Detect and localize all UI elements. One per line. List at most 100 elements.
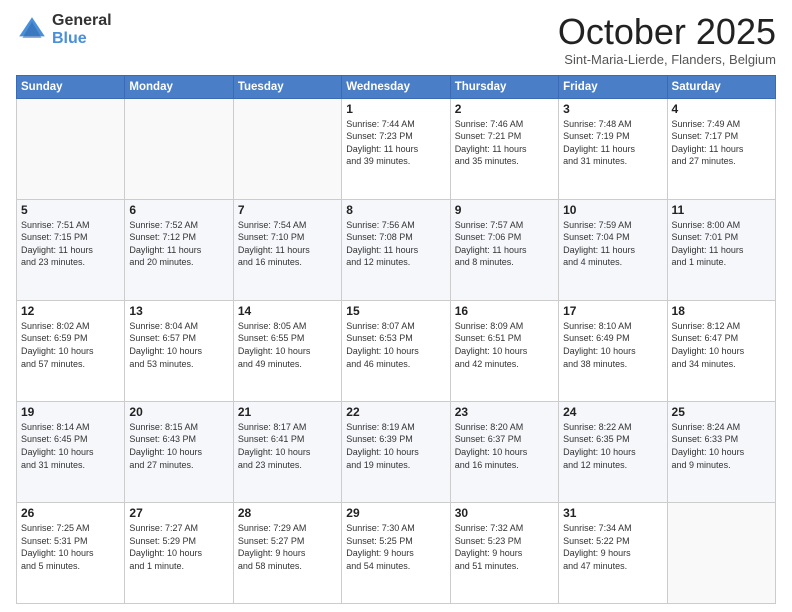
day-info: Sunrise: 8:00 AM Sunset: 7:01 PM Dayligh… (672, 219, 771, 269)
day-number: 24 (563, 405, 662, 419)
day-number: 20 (129, 405, 228, 419)
weekday-header-monday: Monday (125, 75, 233, 98)
day-info: Sunrise: 7:48 AM Sunset: 7:19 PM Dayligh… (563, 118, 662, 168)
day-number: 25 (672, 405, 771, 419)
calendar-cell: 30 Sunrise: 7:32 AM Sunset: 5:23 PM Dayli… (450, 502, 558, 603)
day-number: 19 (21, 405, 120, 419)
day-info: Sunrise: 7:56 AM Sunset: 7:08 PM Dayligh… (346, 219, 445, 269)
day-number: 31 (563, 506, 662, 520)
day-number: 8 (346, 203, 445, 217)
day-info: Sunrise: 8:05 AM Sunset: 6:55 PM Dayligh… (238, 320, 337, 370)
calendar-cell: 6 Sunrise: 7:52 AM Sunset: 7:12 PM Daylig… (125, 199, 233, 300)
day-number: 28 (238, 506, 337, 520)
calendar-cell: 12 Sunrise: 8:02 AM Sunset: 6:59 PM Dayli… (17, 300, 125, 401)
day-number: 18 (672, 304, 771, 318)
day-info: Sunrise: 7:57 AM Sunset: 7:06 PM Dayligh… (455, 219, 554, 269)
day-info: Sunrise: 8:15 AM Sunset: 6:43 PM Dayligh… (129, 421, 228, 471)
calendar-cell: 8 Sunrise: 7:56 AM Sunset: 7:08 PM Daylig… (342, 199, 450, 300)
day-number: 3 (563, 102, 662, 116)
day-info: Sunrise: 7:30 AM Sunset: 5:25 PM Dayligh… (346, 522, 445, 572)
day-number: 9 (455, 203, 554, 217)
day-info: Sunrise: 8:17 AM Sunset: 6:41 PM Dayligh… (238, 421, 337, 471)
calendar-cell (17, 98, 125, 199)
day-info: Sunrise: 7:54 AM Sunset: 7:10 PM Dayligh… (238, 219, 337, 269)
logo-icon (16, 14, 48, 46)
calendar-cell: 2Sunrise: 7:46 AM Sunset: 7:21 PM Daylig… (450, 98, 558, 199)
day-number: 4 (672, 102, 771, 116)
logo-blue-label: Blue (52, 30, 112, 48)
day-number: 16 (455, 304, 554, 318)
day-info: Sunrise: 8:22 AM Sunset: 6:35 PM Dayligh… (563, 421, 662, 471)
day-info: Sunrise: 7:34 AM Sunset: 5:22 PM Dayligh… (563, 522, 662, 572)
calendar-cell: 13 Sunrise: 8:04 AM Sunset: 6:57 PM Dayli… (125, 300, 233, 401)
day-number: 10 (563, 203, 662, 217)
day-info: Sunrise: 8:12 AM Sunset: 6:47 PM Dayligh… (672, 320, 771, 370)
calendar-cell (233, 98, 341, 199)
calendar-week-row: 12 Sunrise: 8:02 AM Sunset: 6:59 PM Dayli… (17, 300, 776, 401)
weekday-header-friday: Friday (559, 75, 667, 98)
day-info: Sunrise: 8:14 AM Sunset: 6:45 PM Dayligh… (21, 421, 120, 471)
day-number: 12 (21, 304, 120, 318)
calendar-cell: 20 Sunrise: 8:15 AM Sunset: 6:43 PM Dayli… (125, 401, 233, 502)
day-number: 27 (129, 506, 228, 520)
day-info: Sunrise: 7:27 AM Sunset: 5:29 PM Dayligh… (129, 522, 228, 572)
day-info: Sunrise: 7:32 AM Sunset: 5:23 PM Dayligh… (455, 522, 554, 572)
day-info: Sunrise: 8:10 AM Sunset: 6:49 PM Dayligh… (563, 320, 662, 370)
calendar-cell: 25 Sunrise: 8:24 AM Sunset: 6:33 PM Dayli… (667, 401, 775, 502)
calendar-cell: 28 Sunrise: 7:29 AM Sunset: 5:27 PM Dayli… (233, 502, 341, 603)
day-info: Sunrise: 8:07 AM Sunset: 6:53 PM Dayligh… (346, 320, 445, 370)
day-number: 29 (346, 506, 445, 520)
weekday-header-tuesday: Tuesday (233, 75, 341, 98)
calendar-cell: 5 Sunrise: 7:51 AM Sunset: 7:15 PM Daylig… (17, 199, 125, 300)
location-label: Sint-Maria-Lierde, Flanders, Belgium (558, 52, 776, 67)
day-info: Sunrise: 8:24 AM Sunset: 6:33 PM Dayligh… (672, 421, 771, 471)
day-info: Sunrise: 7:44 AM Sunset: 7:23 PM Dayligh… (346, 118, 445, 168)
day-info: Sunrise: 7:29 AM Sunset: 5:27 PM Dayligh… (238, 522, 337, 572)
day-number: 23 (455, 405, 554, 419)
weekday-header-sunday: Sunday (17, 75, 125, 98)
day-number: 7 (238, 203, 337, 217)
calendar-cell: 4 Sunrise: 7:49 AM Sunset: 7:17 PM Daylig… (667, 98, 775, 199)
day-number: 6 (129, 203, 228, 217)
calendar-cell: 7 Sunrise: 7:54 AM Sunset: 7:10 PM Daylig… (233, 199, 341, 300)
day-info: Sunrise: 8:20 AM Sunset: 6:37 PM Dayligh… (455, 421, 554, 471)
calendar-cell (667, 502, 775, 603)
page: General Blue October 2025 Sint-Maria-Lie… (0, 0, 792, 612)
day-info: Sunrise: 7:52 AM Sunset: 7:12 PM Dayligh… (129, 219, 228, 269)
calendar-cell: 16Sunrise: 8:09 AM Sunset: 6:51 PM Dayli… (450, 300, 558, 401)
day-number: 15 (346, 304, 445, 318)
calendar-cell: 10 Sunrise: 7:59 AM Sunset: 7:04 PM Dayli… (559, 199, 667, 300)
calendar-week-row: 5 Sunrise: 7:51 AM Sunset: 7:15 PM Daylig… (17, 199, 776, 300)
day-number: 1 (346, 102, 445, 116)
calendar-table: SundayMondayTuesdayWednesdayThursdayFrid… (16, 75, 776, 604)
calendar-cell: 29 Sunrise: 7:30 AM Sunset: 5:25 PM Dayli… (342, 502, 450, 603)
weekday-header-row: SundayMondayTuesdayWednesdayThursdayFrid… (17, 75, 776, 98)
calendar-cell (125, 98, 233, 199)
logo: General Blue (16, 12, 112, 47)
day-info: Sunrise: 8:04 AM Sunset: 6:57 PM Dayligh… (129, 320, 228, 370)
logo-text: General Blue (52, 12, 112, 47)
day-number: 13 (129, 304, 228, 318)
calendar-cell: 27 Sunrise: 7:27 AM Sunset: 5:29 PM Dayli… (125, 502, 233, 603)
calendar-cell: 24 Sunrise: 8:22 AM Sunset: 6:35 PM Dayli… (559, 401, 667, 502)
calendar-cell: 1 Sunrise: 7:44 AM Sunset: 7:23 PM Daylig… (342, 98, 450, 199)
calendar-cell: 21Sunrise: 8:17 AM Sunset: 6:41 PM Dayli… (233, 401, 341, 502)
day-number: 5 (21, 203, 120, 217)
calendar-cell: 14Sunrise: 8:05 AM Sunset: 6:55 PM Dayli… (233, 300, 341, 401)
calendar-cell: 26Sunrise: 7:25 AM Sunset: 5:31 PM Dayli… (17, 502, 125, 603)
day-info: Sunrise: 7:59 AM Sunset: 7:04 PM Dayligh… (563, 219, 662, 269)
day-info: Sunrise: 7:46 AM Sunset: 7:21 PM Dayligh… (455, 118, 554, 168)
day-number: 30 (455, 506, 554, 520)
day-info: Sunrise: 8:19 AM Sunset: 6:39 PM Dayligh… (346, 421, 445, 471)
calendar-week-row: 26Sunrise: 7:25 AM Sunset: 5:31 PM Dayli… (17, 502, 776, 603)
day-number: 22 (346, 405, 445, 419)
day-info: Sunrise: 7:49 AM Sunset: 7:17 PM Dayligh… (672, 118, 771, 168)
calendar-cell: 9 Sunrise: 7:57 AM Sunset: 7:06 PM Daylig… (450, 199, 558, 300)
calendar-cell: 18 Sunrise: 8:12 AM Sunset: 6:47 PM Dayli… (667, 300, 775, 401)
calendar-cell: 17Sunrise: 8:10 AM Sunset: 6:49 PM Dayli… (559, 300, 667, 401)
day-info: Sunrise: 7:25 AM Sunset: 5:31 PM Dayligh… (21, 522, 120, 572)
day-info: Sunrise: 7:51 AM Sunset: 7:15 PM Dayligh… (21, 219, 120, 269)
day-number: 11 (672, 203, 771, 217)
title-block: October 2025 Sint-Maria-Lierde, Flanders… (558, 12, 776, 67)
day-info: Sunrise: 8:02 AM Sunset: 6:59 PM Dayligh… (21, 320, 120, 370)
